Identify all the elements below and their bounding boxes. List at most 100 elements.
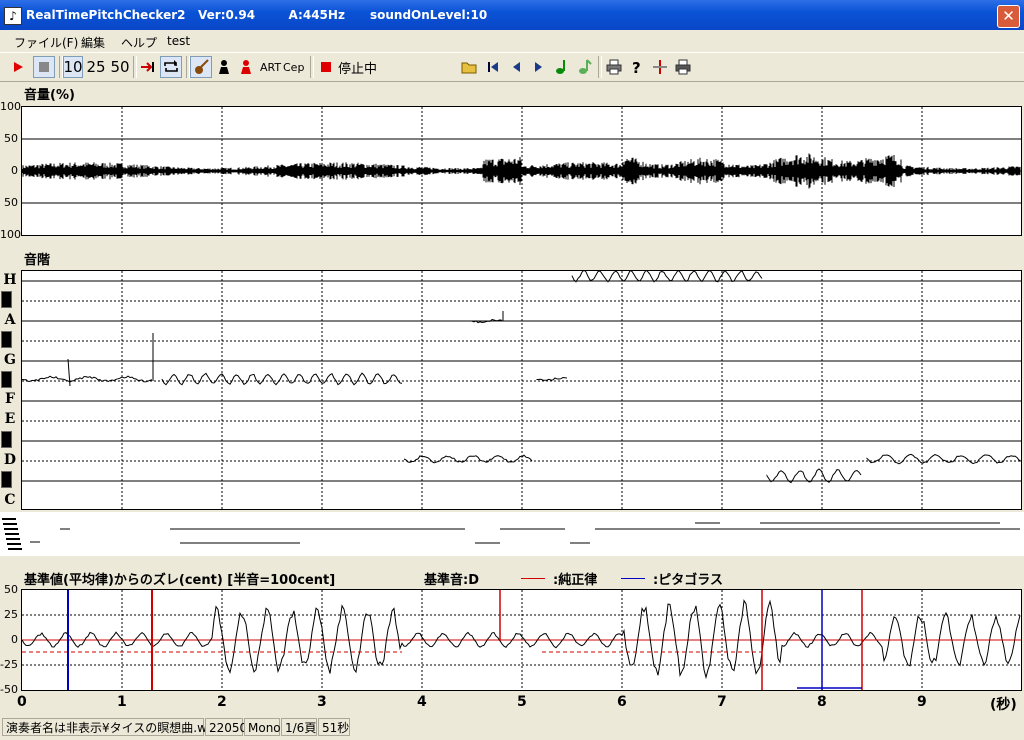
volume-waveform-path: [21, 153, 1021, 189]
note-label-h: H: [3, 272, 17, 288]
speed-10-button[interactable]: 10: [63, 56, 83, 78]
time-tick-label: 3: [317, 694, 327, 710]
toolbar-separator: [598, 56, 602, 78]
pitch-segment: [403, 454, 533, 464]
person-icon: [219, 60, 229, 74]
pythagorean-label: :ピタゴラス: [653, 573, 723, 588]
toolbar-separator: [310, 56, 314, 78]
jump-end-icon: [141, 62, 154, 72]
title-bar: ♪ RealTimePitchChecker2 Ver:0.94 A:445Hz…: [0, 0, 1024, 30]
loop-icon: [164, 60, 178, 72]
stop-button[interactable]: [33, 56, 55, 78]
scale-label: 音階: [24, 253, 51, 268]
note-segments: [2, 518, 1020, 550]
just-intonation-swatch: [521, 578, 545, 579]
play-icon: [14, 62, 23, 72]
note-row-marker: [2, 518, 16, 520]
svg-text:?: ?: [632, 59, 641, 75]
volume-label: 音量(%): [24, 88, 75, 103]
pitch-segment: [866, 453, 1022, 465]
black-key-marker: [1, 291, 12, 308]
volume-ytick: 100: [0, 228, 21, 241]
note-alt-button[interactable]: [575, 56, 595, 78]
crosshair-icon: [653, 60, 667, 74]
deviation-ytick: 50: [4, 583, 18, 596]
singer-button[interactable]: [236, 56, 256, 78]
note-button[interactable]: [552, 56, 572, 78]
note-label-c: C: [4, 492, 16, 508]
status-duration: 51秒: [318, 718, 350, 736]
note-label-f: F: [5, 391, 15, 407]
printer-alt-icon: [675, 59, 691, 75]
black-key-marker: [1, 331, 12, 348]
deviation-ytick: -25: [0, 658, 18, 671]
first-page-button[interactable]: [483, 56, 503, 78]
volume-waveform-panel[interactable]: [21, 106, 1022, 236]
time-tick-label: 5: [517, 694, 527, 710]
note-row-marker: [6, 538, 20, 540]
pitch-segment: [536, 376, 568, 381]
black-key-marker: [1, 371, 12, 388]
note-row-marker: [4, 528, 18, 530]
next-icon: [535, 62, 542, 72]
menu-edit[interactable]: 編集: [81, 34, 105, 51]
note-row-marker: [5, 533, 19, 535]
next-page-button[interactable]: [529, 56, 549, 78]
play-button[interactable]: [8, 56, 28, 78]
art-button[interactable]: ART: [260, 56, 281, 78]
window-title: RealTimePitchChecker2 Ver:0.94 A:445Hz s…: [26, 8, 488, 22]
pitch-segment: [161, 372, 403, 386]
deviation-label: 基準値(平均律)からのズレ(cent) [半音=100cent]: [24, 573, 336, 588]
menu-help[interactable]: ヘルプ: [121, 34, 157, 51]
menu-file[interactable]: ファイル(F): [14, 34, 78, 51]
pitch-scale-panel[interactable]: [21, 269, 1022, 510]
question-icon: ?: [632, 59, 641, 75]
just-intonation-label: :純正律: [553, 573, 598, 588]
stop-icon: [39, 62, 49, 72]
deviation-ytick: -50: [0, 683, 18, 696]
grid-button[interactable]: [650, 56, 670, 78]
person-button[interactable]: [214, 56, 234, 78]
volume-ytick: 50: [4, 196, 18, 209]
red-square-icon: [321, 62, 331, 72]
close-button[interactable]: ✕: [997, 5, 1020, 28]
deviation-ytick: 25: [4, 608, 18, 621]
folder-open-icon: [461, 62, 477, 74]
status-channels: Mono: [244, 718, 281, 736]
volume-waveform: [21, 107, 1021, 235]
time-tick-label: 8: [817, 694, 827, 710]
singer-icon: [241, 60, 251, 74]
speed-50-button[interactable]: 50: [110, 56, 130, 78]
print-alt-button[interactable]: [673, 56, 693, 78]
note-row-marker: [3, 523, 17, 525]
status-bar: 演奏者名は非表示¥タイスの瞑想曲.wav 22050 Mono 1/6頁 51秒: [0, 716, 1024, 740]
open-file-button[interactable]: [460, 56, 480, 78]
print-button[interactable]: [604, 56, 624, 78]
violin-button[interactable]: [190, 56, 212, 78]
toolbar: 10 25 50 ART Cep 停止中 ＊＊＊ ?: [0, 52, 1024, 130]
menu-test[interactable]: test: [167, 34, 190, 48]
loop-button[interactable]: [160, 56, 182, 78]
note-row-marker: [8, 548, 22, 550]
violin-icon: [195, 59, 209, 74]
time-tick-label: 0: [17, 694, 27, 710]
jump-end-button[interactable]: [138, 56, 158, 78]
black-key-marker: [1, 431, 12, 448]
note-label-d: D: [3, 452, 17, 468]
deviation-panel[interactable]: [21, 589, 1022, 691]
pythagorean-swatch: [621, 578, 645, 579]
music-note-icon: [556, 60, 565, 74]
time-tick-label: 4: [417, 694, 427, 710]
time-tick-label: 7: [717, 694, 727, 710]
cep-button[interactable]: Cep: [283, 56, 304, 78]
music-note-alt-icon: [579, 59, 592, 74]
record-stop-indicator[interactable]: [316, 56, 336, 78]
prev-page-button[interactable]: [506, 56, 526, 78]
base-note-label: 基準音:D: [424, 573, 479, 588]
status-page: 1/6頁: [281, 718, 317, 736]
speed-25-button[interactable]: 25: [86, 56, 106, 78]
note-row-marker: [7, 543, 21, 545]
printer-icon: [606, 59, 622, 75]
note-label-g: G: [4, 352, 16, 368]
help-button[interactable]: ?: [627, 56, 647, 78]
